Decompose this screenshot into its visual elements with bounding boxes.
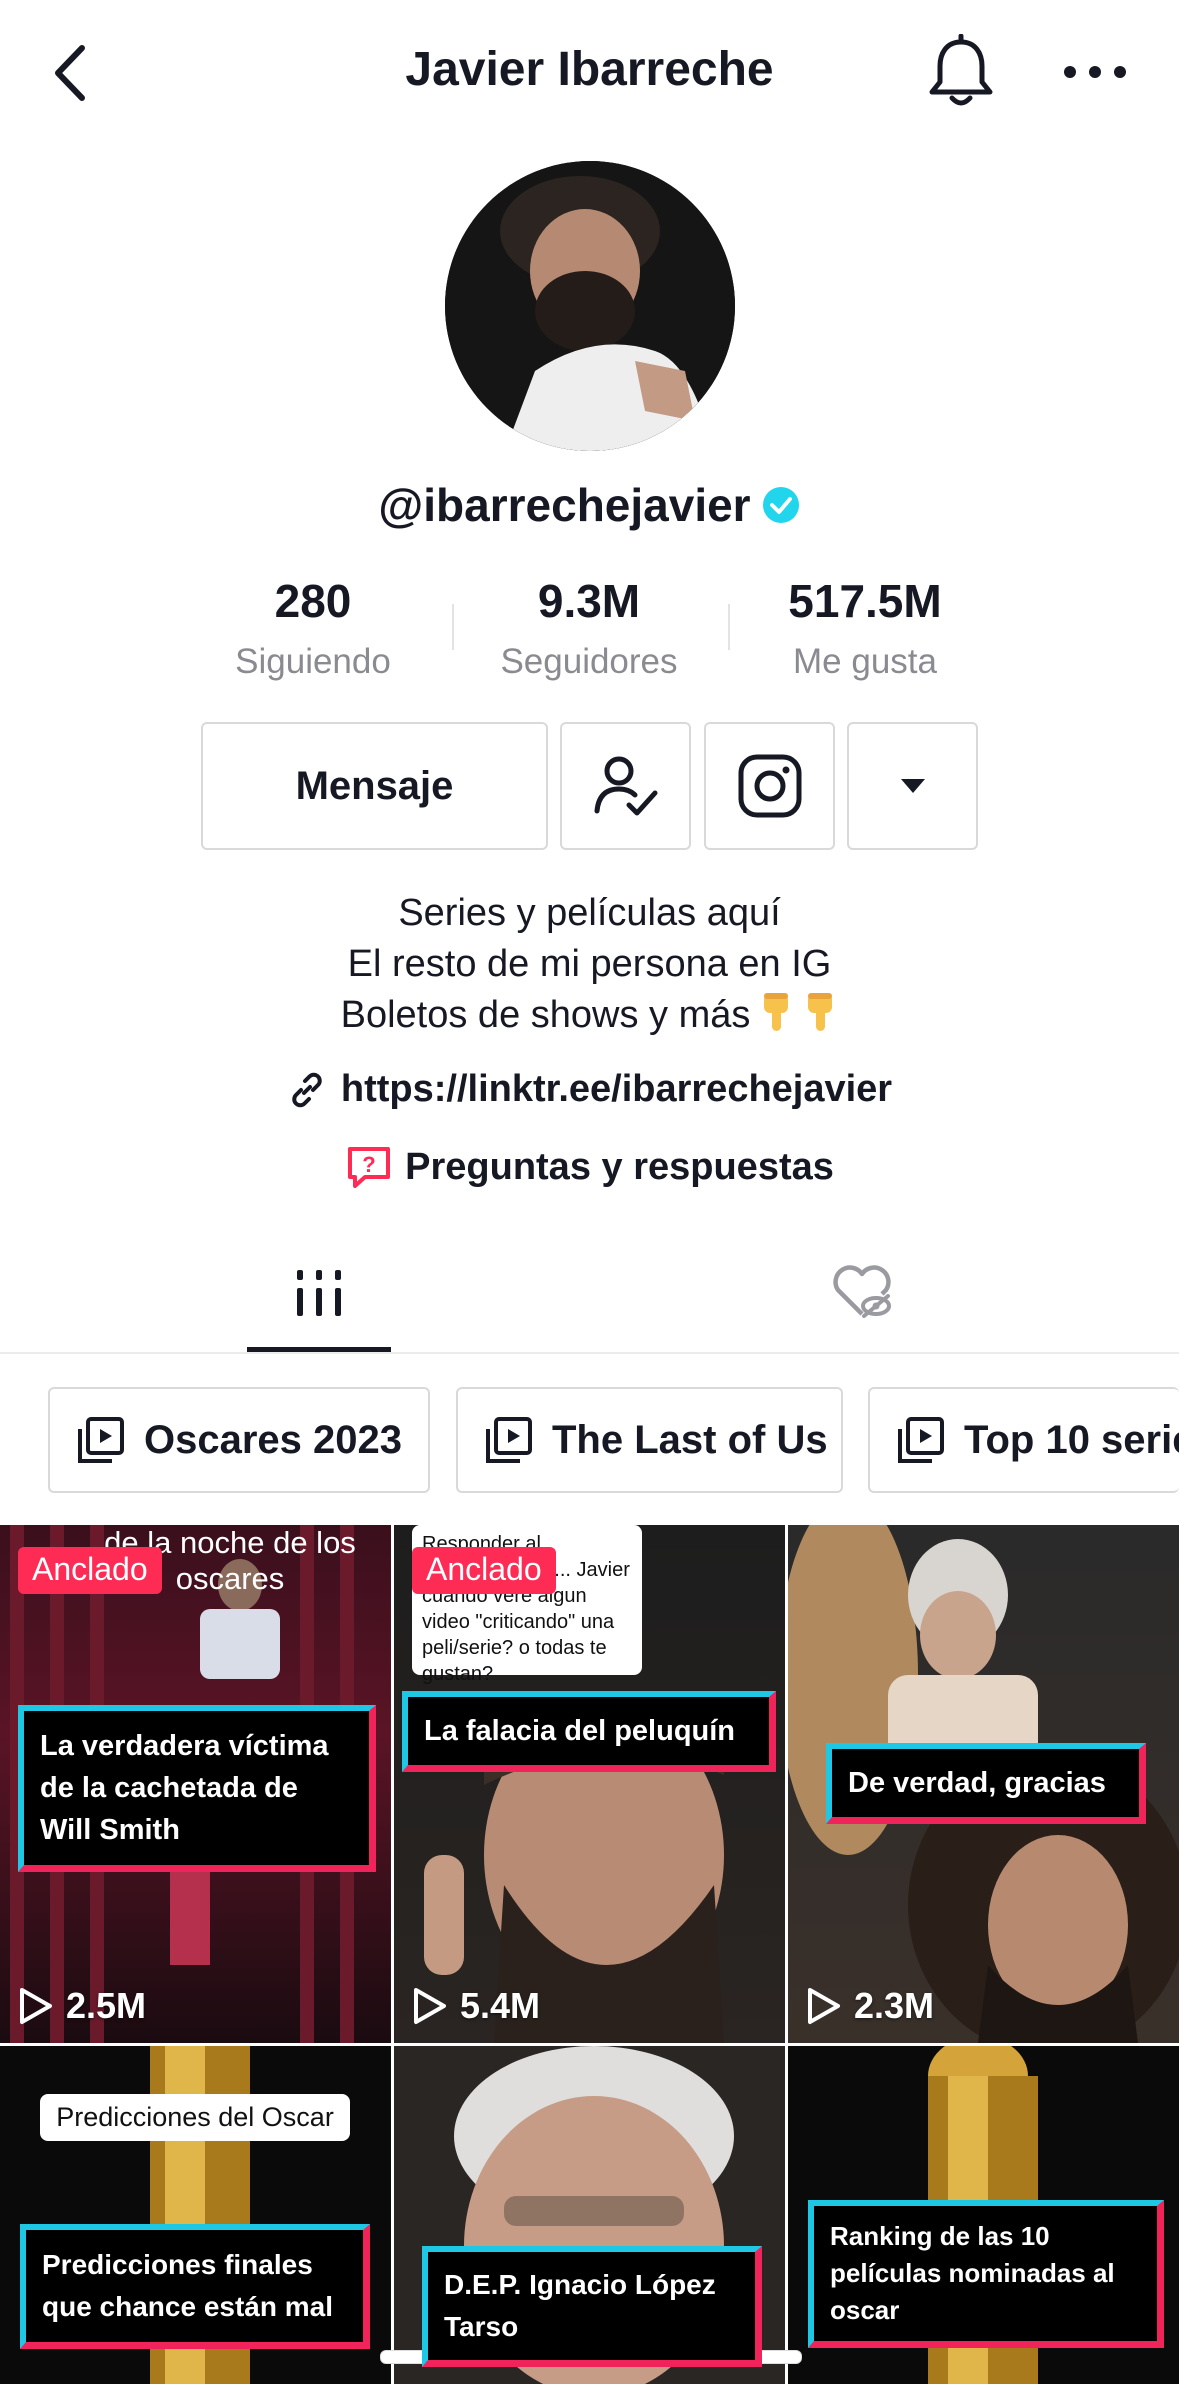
following-count: 280 [274,575,352,627]
following-stat[interactable]: 280 Siguiendo [193,574,433,682]
link-url: https://linktr.ee/ibarrechejavier [340,1068,893,1110]
pointing-down-emoji-icon [764,993,789,1031]
view-count: 2.5M [18,1985,146,2027]
bio-line-wrap: Boletos de shows y más [0,990,1179,1041]
video-tile[interactable]: Ranking de las 10 películas nominadas al… [788,2046,1179,2384]
page-title: Javier Ibarreche [405,43,774,96]
view-count: 2.3M [806,1985,934,2027]
qa-link[interactable]: ? Preguntas y respuestas [0,1144,1179,1190]
playlist-chip[interactable]: Oscares 2023 [48,1387,430,1493]
username: @ibarrechejavier [378,479,751,531]
profile-link[interactable]: https://linktr.ee/ibarrechejavier [0,1068,1179,1111]
followers-label: Seguidores [500,642,678,681]
stat-divider [452,604,454,650]
instagram-icon [738,754,801,818]
bio-line: El resto de mi persona en IG [347,943,832,985]
message-button[interactable]: Mensaje [201,722,548,850]
playlist-chip[interactable]: Top 10 series [868,1387,1179,1493]
videos-grid-icon[interactable] [294,1268,344,1318]
playlist-icon [78,1417,124,1463]
tabs-divider [0,1352,1179,1354]
question-icon: ? [348,1147,391,1188]
video-caption: Ranking de las 10 películas nominadas al… [808,2200,1164,2348]
video-tile[interactable]: Predicciones del Oscar Predicciones fina… [0,2046,391,2384]
view-count: 5.4M [412,1985,540,2027]
view-count-value: 5.4M [460,1985,541,2026]
video-caption: De verdad, gracias [826,1743,1146,1824]
instagram-button[interactable] [704,722,835,850]
video-tile[interactable]: Responder al comentario de ... Javier cu… [394,1525,785,2043]
likes-stat[interactable]: 517.5M Me gusta [745,574,985,682]
play-icon [20,1988,52,2024]
video-caption: La falacia del peluquín [402,1691,776,1772]
view-count-value: 2.3M [854,1985,935,2026]
overlay-label: Predicciones del Oscar [40,2094,350,2141]
followers-count: 9.3M [537,575,641,627]
pointing-down-emoji-icon [808,993,833,1031]
following-label: Siguiendo [235,642,391,681]
pinned-badge: Anclado [412,1547,556,1594]
more-options-button[interactable] [847,722,978,850]
bio: Series y películas aquí El resto de mi p… [0,888,1179,1041]
liked-hidden-icon[interactable] [830,1262,894,1320]
followers-stat[interactable]: 9.3M Seguidores [469,574,709,682]
likes-count: 517.5M [788,575,942,627]
more-icon[interactable] [1062,52,1128,92]
view-count-value: 2.5M [66,1985,147,2026]
pinned-badge: Anclado [18,1547,162,1594]
video-caption: D.E.P. Ignacio López Tarso [422,2246,762,2367]
qa-label: Preguntas y respuestas [405,1145,834,1188]
playlist-label: The Last of Us [552,1417,828,1462]
avatar[interactable] [445,161,735,451]
following-button[interactable] [560,722,691,850]
playlist-icon [898,1417,944,1463]
caret-down-icon [900,779,925,793]
video-tile[interactable]: de la noche de los oscares Anclado La ve… [0,1525,391,2043]
likes-label: Me gusta [793,642,937,681]
playlist-label: Oscares 2023 [144,1417,403,1462]
playlist-chip[interactable]: The Last of Us [456,1387,843,1493]
playlist-label: Top 10 series [964,1417,1179,1462]
play-icon [808,1988,840,2024]
video-caption: La verdadera víctima de la cachetada de … [18,1705,376,1872]
bell-icon[interactable] [926,34,996,110]
bio-line: Series y películas aquí [398,892,781,934]
handle-row: @ibarrechejavier [0,478,1179,532]
link-icon [292,1072,322,1107]
video-tile[interactable]: D.E.P. Ignacio López Tarso [394,2046,785,2384]
video-tile[interactable]: De verdad, gracias 2.3M [788,1525,1179,2043]
bio-line: Boletos de shows y más [340,994,751,1036]
video-caption: Predicciones finales que chance están ma… [20,2224,370,2349]
stat-divider [728,604,730,650]
play-icon [414,1988,446,2024]
playlist-icon [486,1417,532,1463]
user-check-icon [594,756,657,816]
svg-text:?: ? [362,1152,375,1177]
verified-icon [762,487,799,523]
